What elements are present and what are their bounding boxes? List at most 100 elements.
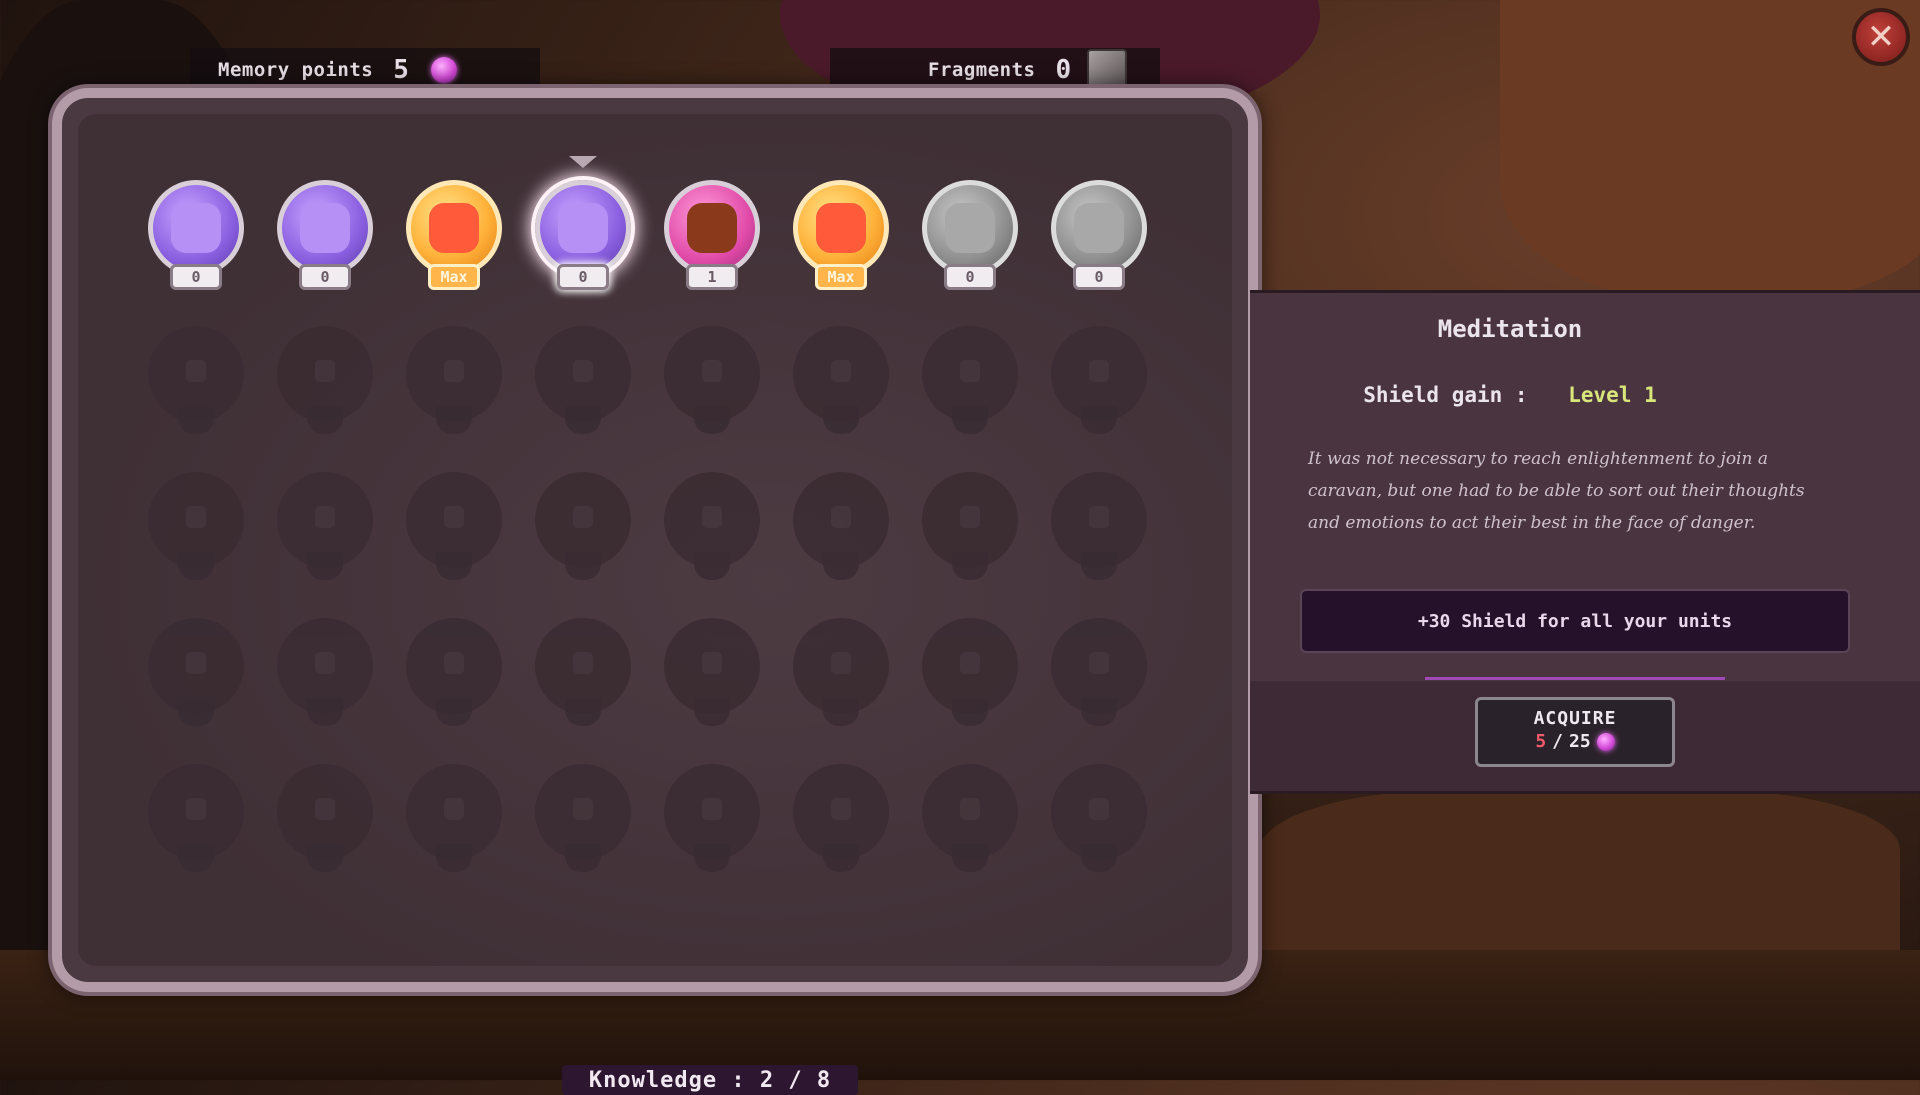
skill-slot[interactable]: 0 <box>535 180 631 296</box>
fragments-value: 0 <box>1055 55 1072 85</box>
locked-slot-base <box>952 844 988 872</box>
skill-slot[interactable]: 0 <box>277 180 373 296</box>
locked-slot-base <box>565 552 601 580</box>
skill-grid: 0 0 Max 0 1 Max 0 0 <box>62 98 1248 982</box>
skill-level-badge: 0 <box>170 264 222 290</box>
locked-slot-base <box>307 844 343 872</box>
lock-icon <box>444 798 464 820</box>
fragment-icon <box>1087 49 1128 91</box>
lock-icon <box>960 506 980 528</box>
locked-slot-base <box>823 552 859 580</box>
skill-slot[interactable]: Max <box>406 180 502 296</box>
skill-orb <box>535 180 631 276</box>
locked-skill-slot <box>406 618 502 734</box>
locked-slot-base <box>565 844 601 872</box>
locked-skill-slot <box>664 764 760 880</box>
skill-orb <box>148 180 244 276</box>
memory-points-value: 5 <box>393 55 409 85</box>
lock-icon <box>186 506 206 528</box>
locked-skill-slot <box>535 326 631 442</box>
skill-slot[interactable]: 1 <box>664 180 760 296</box>
locked-skill-slot <box>793 618 889 734</box>
lock-icon <box>315 652 335 674</box>
cost-have: 5 <box>1535 731 1547 752</box>
lock-icon <box>315 798 335 820</box>
locked-skill-slot <box>922 618 1018 734</box>
lock-icon <box>702 798 722 820</box>
locked-slot-base <box>307 406 343 434</box>
skill-slot[interactable]: 0 <box>922 180 1018 296</box>
locked-slot-base <box>436 844 472 872</box>
close-button[interactable]: ✕ <box>1852 8 1910 66</box>
skill-effect: +30 Shield for all your units <box>1300 589 1850 653</box>
locked-slot-base <box>823 406 859 434</box>
locked-slot-base <box>1081 844 1117 872</box>
locked-skill-slot <box>793 472 889 588</box>
skill-slot[interactable]: 0 <box>148 180 244 296</box>
locked-skill-slot <box>406 472 502 588</box>
lock-icon <box>1089 652 1109 674</box>
lock-icon <box>315 506 335 528</box>
sun-icon <box>1074 203 1124 253</box>
sword-icon <box>300 203 350 253</box>
locked-slot-base <box>952 552 988 580</box>
shield-icon <box>558 203 608 253</box>
skill-level-badge: 1 <box>686 264 738 290</box>
locked-slot-base <box>823 844 859 872</box>
close-icon: ✕ <box>1866 17 1896 57</box>
skill-slot[interactable]: Max <box>793 180 889 296</box>
locked-skill-slot <box>148 618 244 734</box>
lock-icon <box>1089 798 1109 820</box>
locked-skill-slot <box>922 326 1018 442</box>
locked-slot-base <box>1081 552 1117 580</box>
lock-icon <box>1089 506 1109 528</box>
lock-icon <box>444 506 464 528</box>
lock-icon <box>444 652 464 674</box>
locked-skill-slot <box>1051 764 1147 880</box>
skill-level-badge: Max <box>815 264 867 290</box>
lock-icon <box>831 360 851 382</box>
locked-slot-base <box>178 698 214 726</box>
locked-skill-slot <box>406 326 502 442</box>
locked-slot-base <box>307 552 343 580</box>
beast-icon <box>687 203 737 253</box>
lock-icon <box>702 652 722 674</box>
skill-level-badge: 0 <box>1073 264 1125 290</box>
lock-icon <box>444 360 464 382</box>
locked-slot-base <box>178 552 214 580</box>
rock-icon <box>945 203 995 253</box>
locked-slot-base <box>307 698 343 726</box>
memory-gem-icon <box>430 57 457 83</box>
locked-skill-slot <box>148 764 244 880</box>
locked-slot-base <box>952 698 988 726</box>
locked-slot-base <box>565 406 601 434</box>
locked-skill-slot <box>148 472 244 588</box>
lock-icon <box>573 798 593 820</box>
skill-orb <box>277 180 373 276</box>
skill-slot[interactable]: 0 <box>1051 180 1147 296</box>
locked-skill-slot <box>1051 472 1147 588</box>
locked-slot-base <box>436 406 472 434</box>
locked-slot-base <box>694 698 730 726</box>
heart-icon <box>429 203 479 253</box>
skill-level-badge: 0 <box>944 264 996 290</box>
lock-icon <box>960 360 980 382</box>
acquire-button[interactable]: ACQUIRE 5 / 25 <box>1475 697 1675 767</box>
locked-skill-slot <box>277 326 373 442</box>
lock-icon <box>315 360 335 382</box>
locked-slot-base <box>565 698 601 726</box>
skill-orb <box>1051 180 1147 276</box>
boot-icon <box>816 203 866 253</box>
lock-icon <box>186 652 206 674</box>
selection-arrow-icon <box>569 156 597 168</box>
stat-row: Shield gain : Level 1 <box>1250 383 1770 407</box>
locked-skill-slot <box>922 472 1018 588</box>
skill-orb <box>922 180 1018 276</box>
locked-skill-slot <box>793 326 889 442</box>
lock-icon <box>1089 360 1109 382</box>
locked-skill-slot <box>406 764 502 880</box>
locked-slot-base <box>694 406 730 434</box>
locked-slot-base <box>1081 406 1117 434</box>
locked-skill-slot <box>793 764 889 880</box>
locked-skill-slot <box>664 472 760 588</box>
